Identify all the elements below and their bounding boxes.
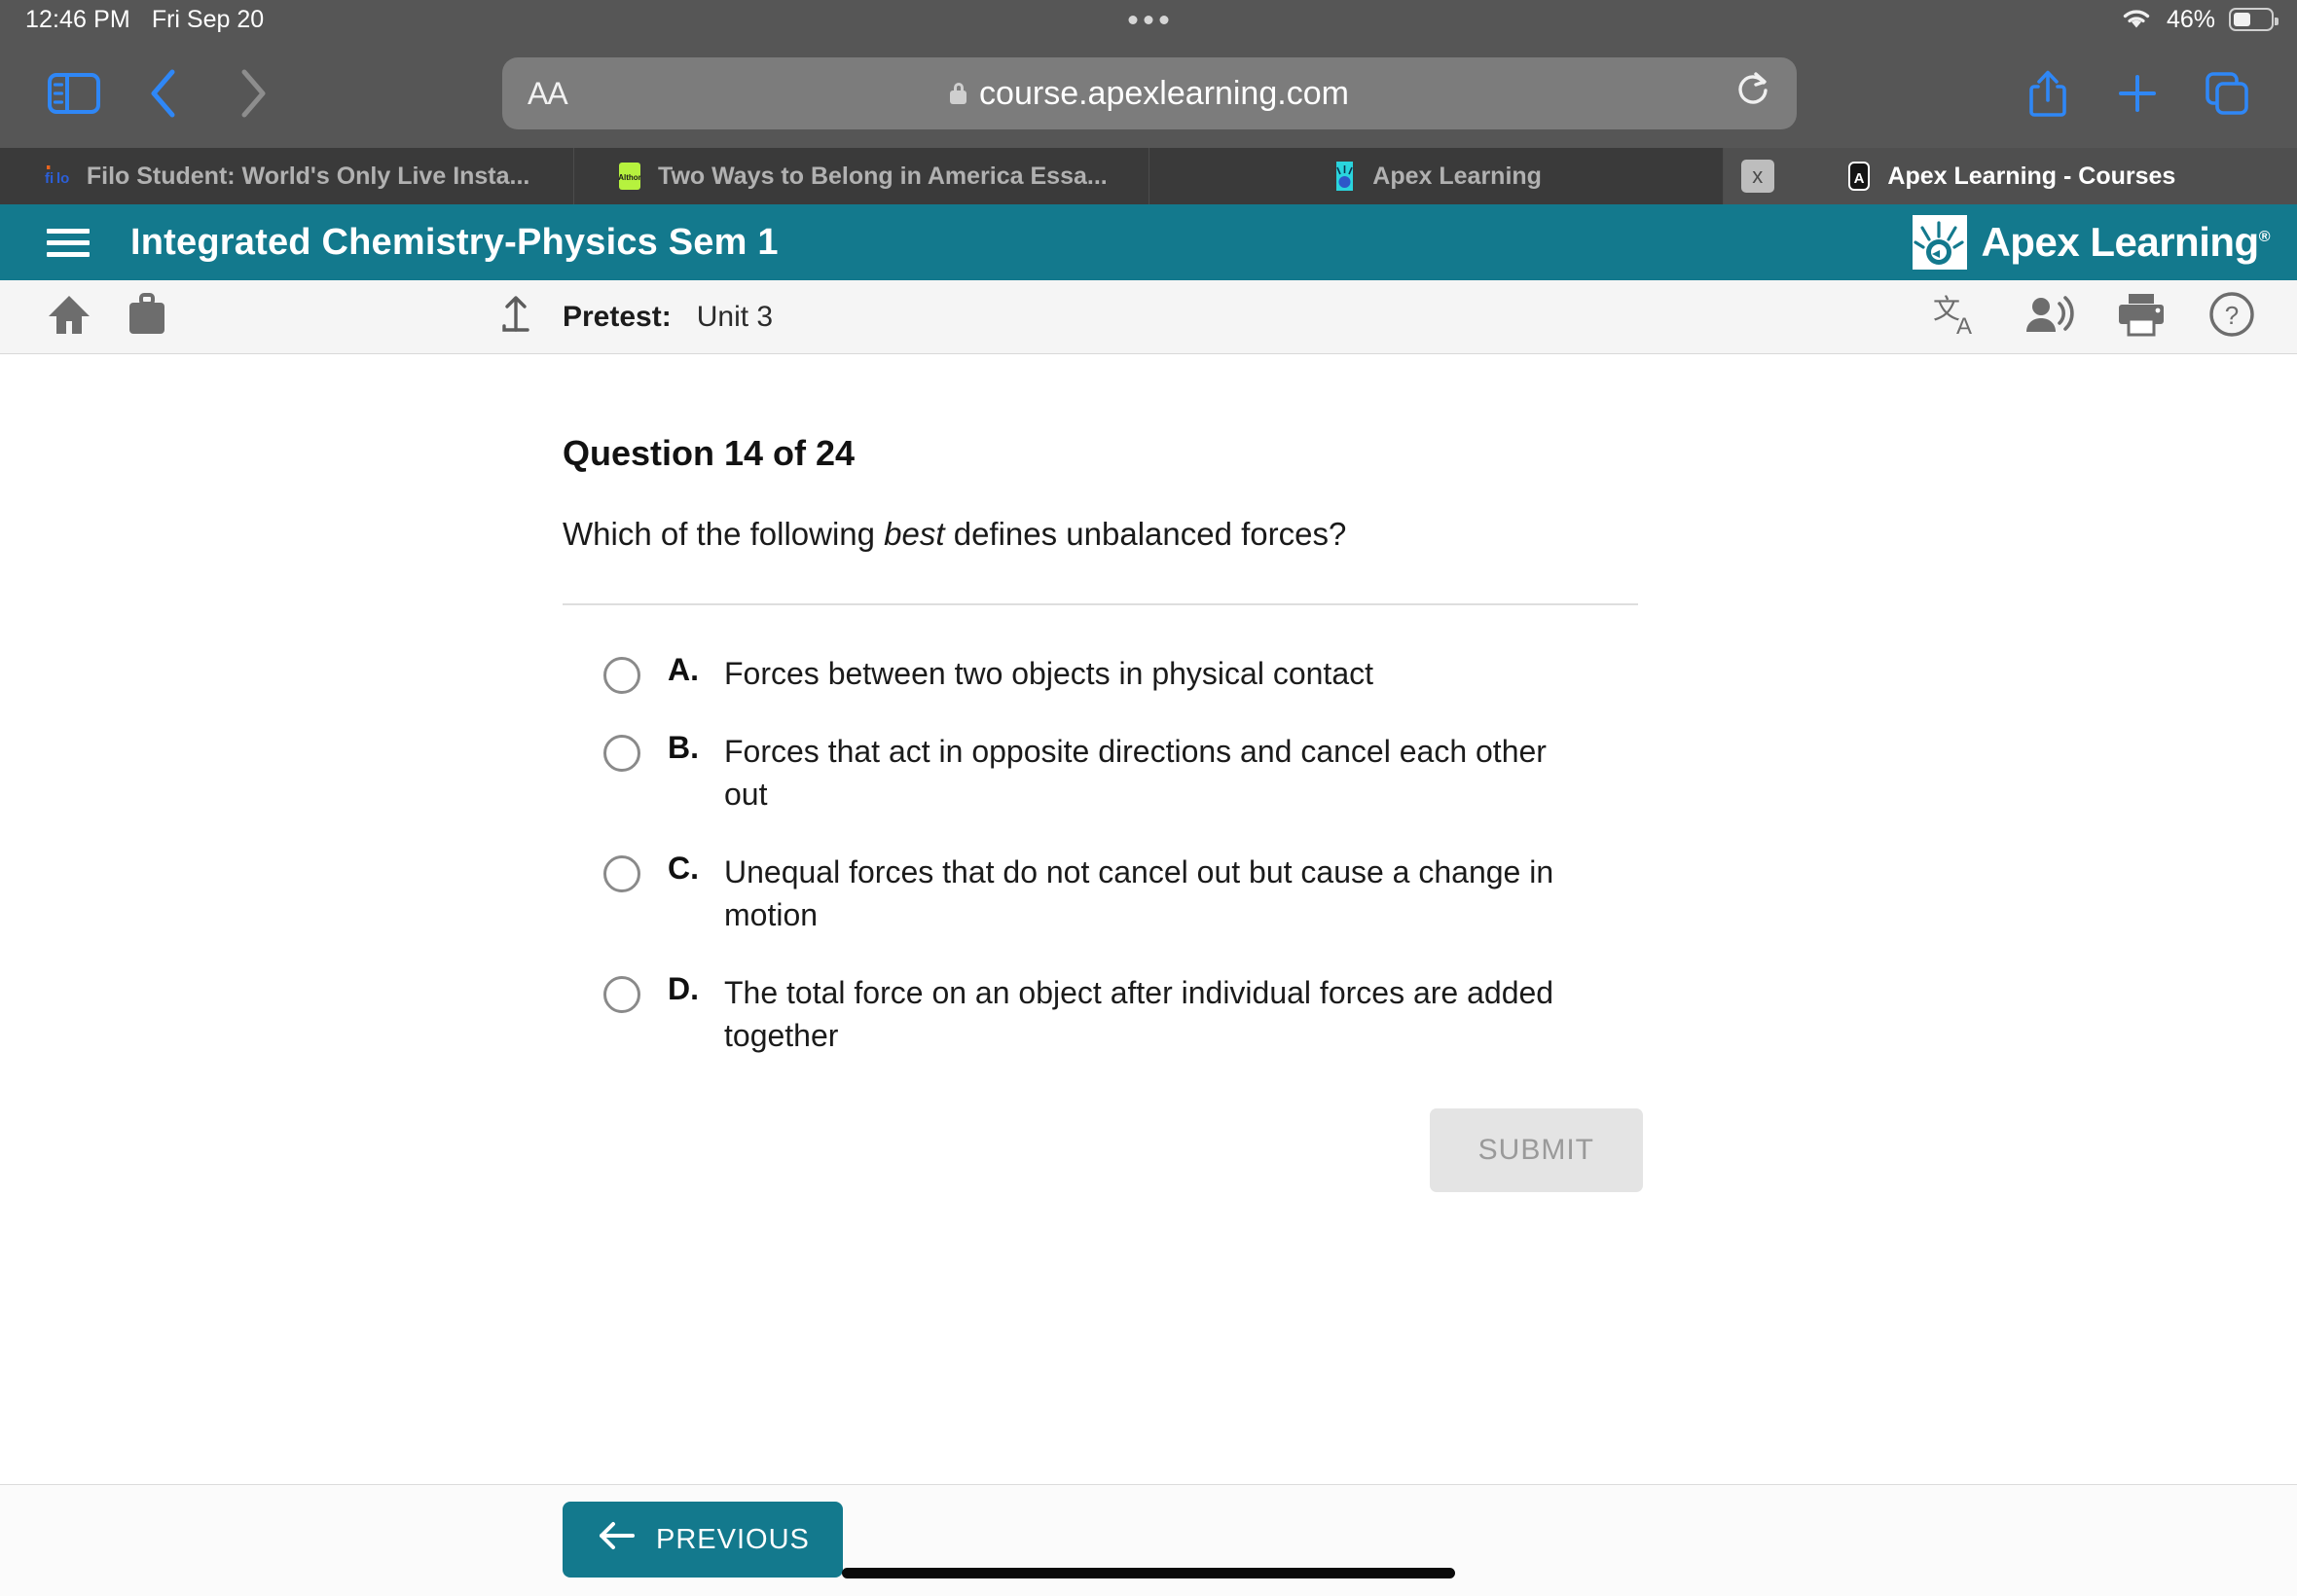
question-divider [563,602,1638,605]
sub-toolbar-right: 文A ? [1931,290,2256,344]
print-icon[interactable] [2116,292,2167,342]
choice-text: Forces that act in opposite directions a… [724,733,1547,812]
breadcrumb-label: Pretest: [563,300,672,333]
breadcrumb-value: Unit 3 [696,300,774,333]
close-icon[interactable]: x [1740,160,1774,193]
help-icon[interactable]: ? [2207,290,2256,344]
ipad-safari-window: 12:46 PM Fri Sep 20 46% AA course.apexle… [0,0,2297,1596]
footer-bar: PREVIOUS [0,1484,2297,1596]
status-left-group: 12:46 PM Fri Sep 20 [0,6,264,34]
prompt-emphasis: best [884,516,945,552]
briefcase-icon[interactable] [127,293,167,341]
prompt-part-2: defines unbalanced forces? [944,516,1347,552]
answer-choices: A. Forces between two objects in physica… [603,652,1643,1058]
question-prompt: Which of the following best defines unba… [563,513,1643,557]
svg-text:Althor: Althor [618,173,641,182]
apex-logo-wordmark: Apex Learning [1981,219,2259,265]
hamburger-menu-icon[interactable] [47,228,90,257]
status-right-group: 46% [2120,5,2279,35]
choice-text: Unequal forces that do not cancel out bu… [724,854,1554,933]
svg-text:A: A [1956,313,1972,338]
arrow-up-level-icon[interactable] [498,293,537,341]
choice-text: Forces between two objects in physical c… [724,655,1373,691]
choice-letter: C. [668,851,699,887]
question-content: Question 14 of 24 Which of the following… [0,355,2297,1484]
submit-row: SUBMIT [563,1107,1643,1192]
answer-option-b[interactable]: B. Forces that act in opposite direction… [603,730,1643,816]
wifi-icon [2120,5,2153,35]
safari-toolbar: AA course.apexlearning.com [0,39,2297,148]
radio-button[interactable] [603,976,640,1014]
tab-label: Filo Student: World's Only Live Insta... [86,162,530,190]
reload-icon[interactable] [1736,69,1771,118]
course-sub-toolbar: Pretest: Unit 3 文A ? [0,280,2297,354]
chevron-left-icon[interactable] [119,49,208,138]
apex-a-favicon: A [1848,162,1871,191]
svg-text:?: ? [2225,301,2239,330]
arrow-left-icon [596,1520,637,1559]
previous-button-label: PREVIOUS [656,1523,810,1555]
answer-option-d[interactable]: D. The total force on an object after in… [603,971,1643,1057]
choice-text: The total force on an object after indiv… [724,975,1554,1054]
browser-tab[interactable]: Althor Two Ways to Belong in America Ess… [574,148,1149,204]
svg-text:fi: fi [45,170,54,187]
text-size-button[interactable]: AA [528,76,568,112]
browser-tab-active[interactable]: x A Apex Learning - Courses [1723,148,2297,204]
tab-strip: fi lo Filo Student: World's Only Live Ins… [0,148,2297,204]
ios-status-bar: 12:46 PM Fri Sep 20 46% [0,0,2297,39]
svg-text:A: A [1854,170,1865,187]
browser-tab[interactable]: fi lo Filo Student: World's Only Live Ins… [0,148,575,204]
svg-text:lo: lo [56,170,69,187]
chevron-right-icon [208,49,298,138]
radio-button[interactable] [603,855,640,893]
status-time: 12:46 PM [25,5,130,33]
toolbar-right-buttons [2003,49,2272,138]
plus-icon[interactable] [2093,49,2182,138]
answer-option-a[interactable]: A. Forces between two objects in physica… [603,652,1643,695]
althor-favicon: Althor [618,163,641,190]
question-block: Question 14 of 24 Which of the following… [563,433,1643,1192]
home-icon[interactable] [47,293,91,341]
course-header: Integrated Chemistry-Physics Sem 1 Apex … [0,204,2297,280]
browser-tab[interactable]: Apex Learning [1149,148,1724,204]
tab-label: Apex Learning - Courses [1887,162,2176,190]
translate-icon[interactable]: 文A [1931,291,1982,343]
tab-label: Two Ways to Belong in America Essa... [658,162,1108,190]
question-counter: Question 14 of 24 [563,433,856,473]
navigation-buttons [0,49,298,138]
apex-logo-text: Apex Learning® [1981,219,2270,266]
url-display: course.apexlearning.com [502,75,1797,113]
submit-button[interactable]: SUBMIT [1429,1107,1643,1192]
previous-button[interactable]: PREVIOUS [563,1502,843,1578]
read-aloud-icon[interactable] [2023,293,2075,341]
trademark-symbol: ® [2258,229,2271,245]
url-text: course.apexlearning.com [979,74,1349,112]
multitask-handle[interactable] [1128,15,1169,24]
battery-icon [2229,8,2279,31]
tab-label: Apex Learning [1372,162,1542,190]
battery-percent: 46% [2166,5,2215,33]
apex-favicon [1336,162,1354,191]
answer-option-c[interactable]: C. Unequal forces that do not cancel out… [603,851,1643,936]
choice-letter: D. [668,971,699,1007]
choice-letter: A. [668,651,699,687]
radio-button[interactable] [603,656,640,694]
page-title: Integrated Chemistry-Physics Sem 1 [130,221,779,263]
filo-favicon: fi lo [45,165,69,187]
sub-toolbar-left [0,293,167,341]
prompt-part-1: Which of the following [563,516,885,552]
apex-learning-logo: Apex Learning® [1913,215,2271,270]
breadcrumb: Pretest: Unit 3 [498,293,773,341]
apex-logo-mark [1913,215,1968,270]
share-icon[interactable] [2003,49,2093,138]
address-bar[interactable]: AA course.apexlearning.com [502,57,1797,129]
tabs-overview-icon[interactable] [2182,49,2272,138]
status-date: Fri Sep 20 [151,5,265,33]
lock-icon [950,83,967,104]
radio-button[interactable] [603,734,640,772]
home-indicator[interactable] [842,1568,1455,1578]
choice-letter: B. [668,729,699,765]
sidebar-toggle-icon[interactable] [29,49,119,138]
